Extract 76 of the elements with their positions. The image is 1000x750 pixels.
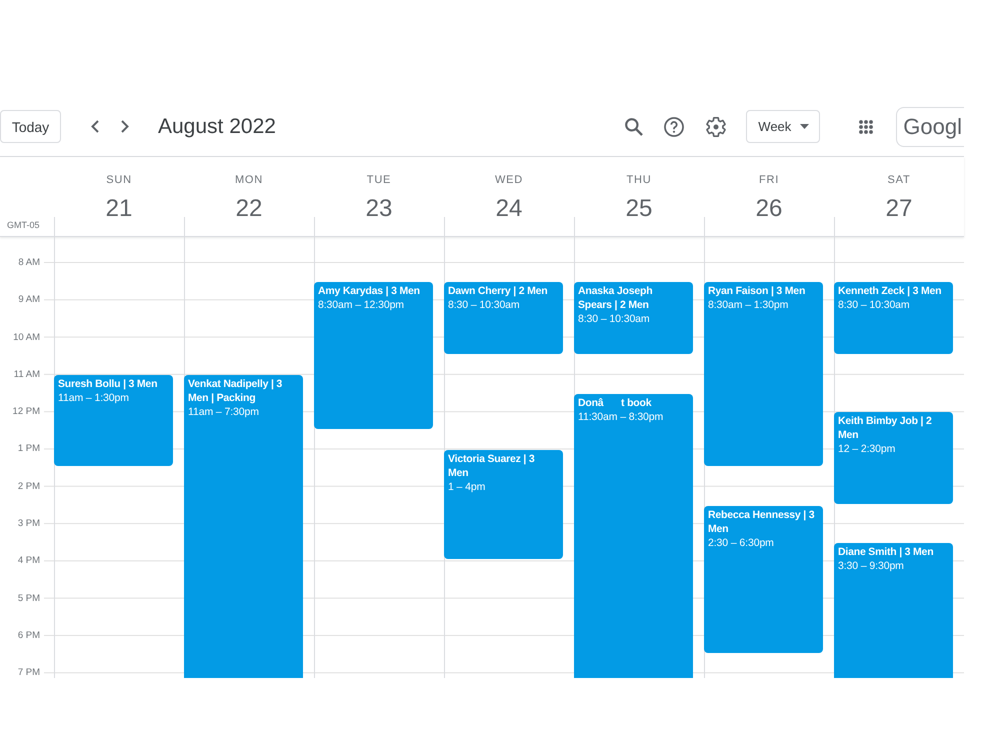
day-number[interactable]: 21 xyxy=(106,194,132,224)
weekday-label: THU xyxy=(626,174,652,186)
day-number[interactable]: 26 xyxy=(756,194,782,224)
hour-label: 8 AM xyxy=(18,257,41,269)
hour-label: 5 PM xyxy=(18,592,41,605)
weekday-label: WED xyxy=(494,174,524,186)
hour-label: 3 PM xyxy=(18,518,41,530)
event-title: Suresh Bollu | 3 Men xyxy=(58,377,158,391)
logo-text: Googl xyxy=(896,106,964,146)
timezone-label: GMT-05 xyxy=(7,220,40,230)
event-title: Ryan Faison | 3 Men xyxy=(708,284,806,298)
hour-label: 1 PM xyxy=(18,443,41,456)
event-time: 11:30am – 8:30pm xyxy=(578,410,664,424)
event-card[interactable]: Keith Bimby Job | 2 Men 12 – 2:30pm xyxy=(834,412,953,504)
event-time: 8:30am – 1:30pm xyxy=(708,298,790,312)
weekday-label: MON xyxy=(234,174,264,186)
settings-icon xyxy=(706,116,726,136)
caret-icon xyxy=(800,124,810,129)
event-time: 2:30 – 6:30pm xyxy=(708,536,775,550)
day-number[interactable]: 25 xyxy=(626,194,652,224)
event-title: Rebecca Hennessy | 3 Men xyxy=(708,508,816,536)
day-number[interactable]: 24 xyxy=(496,194,522,224)
day-number[interactable]: 23 xyxy=(366,194,392,224)
event-card[interactable]: Ryan Faison | 3 Men 8:30am – 1:30pm xyxy=(704,282,823,466)
event-title: Anaska Joseph Spears | 2 Men xyxy=(578,284,654,312)
chevron-left-icon xyxy=(91,120,99,133)
event-time: 8:30 – 10:30am xyxy=(838,298,911,312)
chevron-right-icon xyxy=(121,120,129,133)
event-card[interactable]: Amy Karydas | 3 Men 8:30am – 12:30pm xyxy=(314,282,433,429)
event-card[interactable]: Anaska Joseph Spears | 2 Men 8:30 – 10:30am xyxy=(574,282,693,354)
event-title: Victoria Suarez | 3 Men xyxy=(448,452,536,480)
event-time: 3:30 – 9:30pm xyxy=(838,558,905,573)
weekday-label: FRI xyxy=(758,174,780,186)
day-number[interactable]: 27 xyxy=(886,194,912,224)
event-title: Amy Karydas | 3 Men xyxy=(318,284,421,298)
hour-label: 9 AM xyxy=(18,294,41,306)
hour-label: 11 AM xyxy=(14,368,41,381)
search-icon xyxy=(625,118,644,136)
event-card[interactable]: Donât book 11:30am – 8:30pm xyxy=(574,394,693,678)
event-title: Keith Bimby Job | 2 Men xyxy=(838,414,933,442)
event-time: 1 – 4pm xyxy=(448,480,486,494)
event-time: 12 – 2:30pm xyxy=(838,442,896,456)
hour-label: 7 PM xyxy=(18,667,41,678)
weekday-label: SAT xyxy=(888,174,910,186)
event-time: 8:30am – 12:30pm xyxy=(318,298,405,312)
hour-label: 10 AM xyxy=(13,332,41,344)
event-card[interactable]: Venkat Nadipelly | 3 Men | Packing 11am – 7:30pm xyxy=(184,375,303,678)
event-card[interactable]: Victoria Suarez | 3 Men 1 – 4pm xyxy=(444,450,563,560)
event-title: Kenneth Zeck | 3 Men xyxy=(838,284,942,298)
event-title: Dawn Cherry | 2 Men xyxy=(448,284,548,298)
weekday-label: TUE xyxy=(366,174,392,186)
month-title: August 2022 xyxy=(158,114,276,138)
event-time: 8:30 – 10:30am xyxy=(448,298,521,312)
event-card[interactable]: Dawn Cherry | 2 Men 8:30 – 10:30am xyxy=(444,282,563,354)
day-number[interactable]: 22 xyxy=(236,194,262,224)
help-icon xyxy=(664,116,684,136)
help-button[interactable] xyxy=(662,114,686,138)
event-card[interactable]: Diane Smith | 3 Men 3:30 – 9:30pm xyxy=(834,542,953,678)
weekday-label: SUN xyxy=(106,174,132,186)
event-time: 11am – 1:30pm xyxy=(58,391,130,405)
event-time: 8:30 – 10:30am xyxy=(578,312,651,326)
event-card[interactable]: Kenneth Zeck | 3 Men 8:30 – 10:30am xyxy=(834,282,953,354)
view-dropdown[interactable]: Week xyxy=(746,110,820,143)
settings-button[interactable] xyxy=(704,114,728,138)
event-card[interactable]: Rebecca Hennessy | 3 Men 2:30 – 6:30pm xyxy=(704,506,823,653)
event-title: Diane Smith | 3 Men xyxy=(838,544,934,559)
hour-label: 6 PM xyxy=(18,630,41,642)
event-title: Donât book xyxy=(578,396,652,410)
event-title: Venkat Nadipelly | 3 Men | Packing xyxy=(188,377,284,405)
hour-label: 4 PM xyxy=(18,555,41,568)
apps-grid-icon xyxy=(859,120,874,134)
hour-label: 2 PM xyxy=(18,480,41,493)
event-card[interactable]: Suresh Bollu | 3 Men 11am – 1:30pm xyxy=(54,375,173,466)
event-time: 11am – 7:30pm xyxy=(188,405,260,419)
today-button[interactable]: Today xyxy=(0,110,61,143)
hour-label: 12 PM xyxy=(12,406,41,418)
